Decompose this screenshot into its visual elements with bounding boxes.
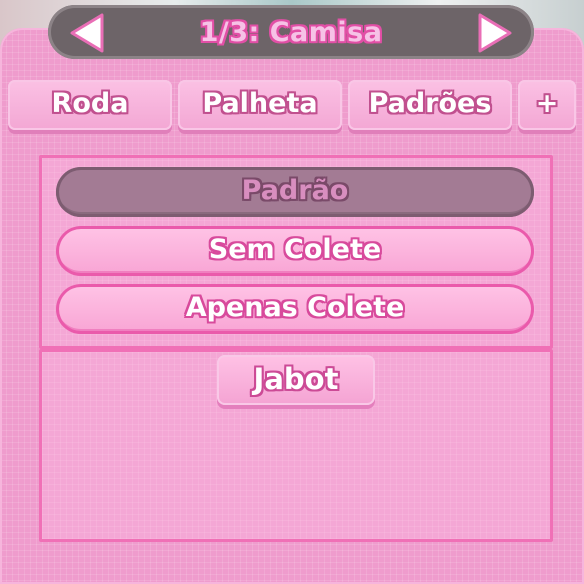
arrow-right-icon[interactable] bbox=[474, 11, 516, 55]
tab-palheta[interactable]: Palheta bbox=[178, 80, 342, 130]
style-options-box: Padrão Sem Colete Apenas Colete bbox=[39, 155, 553, 349]
tab-roda[interactable]: Roda bbox=[8, 80, 172, 130]
tab-plus[interactable]: + bbox=[518, 80, 576, 130]
option-apenas-colete[interactable]: Apenas Colete bbox=[56, 284, 534, 334]
item-header: 1/3: Camisa bbox=[48, 5, 534, 59]
tab-padroes[interactable]: Padrões bbox=[348, 80, 512, 130]
option-padrao[interactable]: Padrão bbox=[56, 167, 534, 217]
option-sem-colete[interactable]: Sem Colete bbox=[56, 226, 534, 276]
accessories-box: Jabot bbox=[39, 349, 553, 542]
item-title: 1/3: Camisa bbox=[199, 17, 383, 48]
jabot-button[interactable]: Jabot bbox=[217, 355, 375, 405]
